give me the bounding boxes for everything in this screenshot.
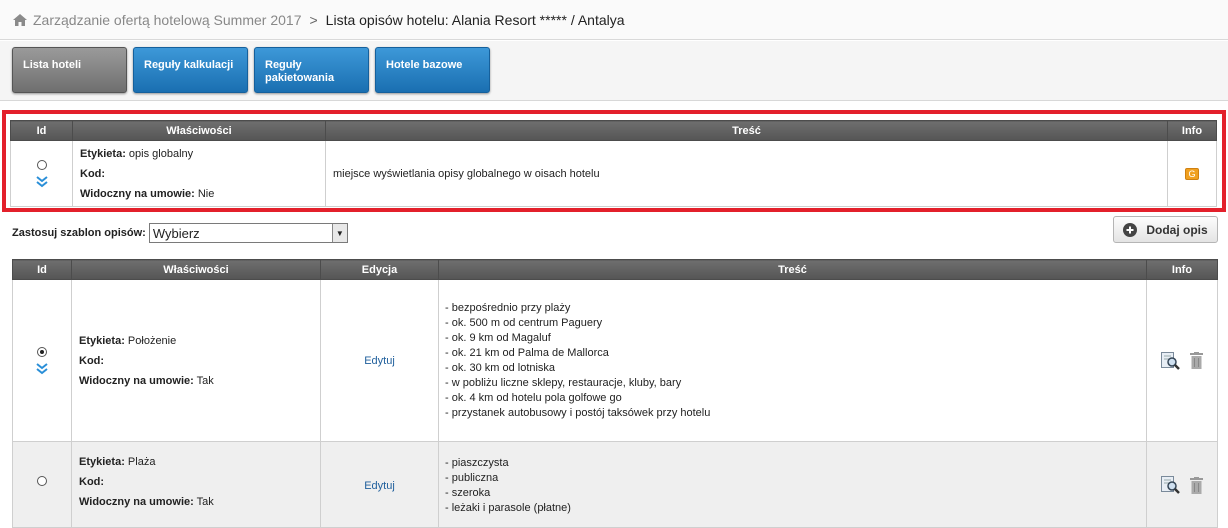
tab-hotel-list[interactable]: Lista hoteli (12, 47, 127, 93)
double-chevron-down-icon[interactable] (35, 175, 48, 188)
content-line: - piaszczysta (445, 457, 509, 469)
content-line: - ok. 30 km od lotniska (445, 361, 556, 374)
row-select-radio[interactable] (37, 476, 47, 486)
tab-base-hotels[interactable]: Hotele bazowe (375, 47, 490, 93)
column-header-content: Treść (325, 120, 1168, 141)
content-line: - ok. 500 m od centrum Paguery (445, 316, 603, 329)
breadcrumb-separator: > (309, 11, 318, 28)
content-line: - w pobliżu liczne sklepy, restauracje, … (445, 376, 682, 389)
label-key: Etykieta: (79, 456, 125, 468)
content-line: - leżaki i parasole (płatne) (445, 502, 571, 514)
visible-key: Widoczny na umowie: (79, 374, 194, 387)
add-description-label: Dodaj opis (1146, 222, 1208, 237)
column-header-info: Info (1167, 120, 1217, 141)
table-row: Etykieta: Położenie Kod: Widoczny na umo… (12, 279, 1218, 442)
label-value: Położenie (127, 334, 177, 347)
id-cell (10, 140, 73, 207)
column-header-info: Info (1146, 259, 1218, 280)
template-select[interactable]: Wybierz ▼ (148, 223, 348, 243)
breadcrumb-current: Lista opisów hotelu: Alania Resort *****… (325, 11, 625, 28)
template-label: Zastosuj szablon opisów: (12, 227, 146, 239)
code-key: Kod: (79, 354, 105, 367)
label-value: Plaża (127, 456, 156, 468)
content-line: - publiczna (445, 472, 499, 484)
edit-link[interactable]: Edytuj (320, 441, 439, 528)
content-line: - ok. 4 km od hotelu pola golfowe go (445, 391, 622, 404)
row-select-radio[interactable] (37, 346, 47, 357)
content-line: - ok. 9 km od Magaluf (445, 331, 551, 344)
code-key: Kod: (80, 167, 106, 180)
trash-icon[interactable] (1190, 352, 1203, 369)
id-cell (12, 279, 72, 442)
add-description-button[interactable]: Dodaj opis (1113, 216, 1218, 243)
home-icon[interactable] (12, 13, 28, 27)
table-row: Etykieta: opis globalny Kod: Widoczny na… (10, 140, 1217, 207)
content-line: - bezpośrednio przy plaży (445, 301, 571, 314)
visible-value: Nie (197, 187, 215, 200)
label-key: Etykieta: (79, 334, 125, 347)
info-cell (1146, 441, 1218, 528)
tab-bar: Lista hoteli Reguły kalkulacji Reguły pa… (0, 41, 1228, 101)
column-header-id: Id (12, 259, 72, 280)
template-selector-row: Zastosuj szablon opisów: Wybierz ▼ (12, 222, 348, 244)
column-header-content: Treść (438, 259, 1147, 280)
properties-cell: Etykieta: Plaża Kod: Widoczny na umowie:… (71, 441, 321, 528)
column-header-id: Id (10, 120, 73, 141)
edit-link[interactable]: Edytuj (320, 279, 439, 442)
row-select-radio[interactable] (36, 159, 47, 170)
id-cell (12, 441, 72, 528)
global-description-table: Id Właściwości Treść Info Etykieta: opis… (10, 120, 1217, 207)
content-line: - przystanek autobusowy i postój taksówe… (445, 406, 711, 419)
info-cell: G (1167, 140, 1217, 207)
content-line: - ok. 21 km od Palma de Mallorca (445, 346, 609, 359)
descriptions-table: Id Właściwości Edycja Treść Info Etykiet… (12, 259, 1218, 528)
table-row: Etykieta: Plaża Kod: Widoczny na umowie:… (12, 441, 1218, 528)
properties-cell: Etykieta: Położenie Kod: Widoczny na umo… (71, 279, 321, 442)
plus-circle-icon (1123, 222, 1138, 237)
visible-value: Tak (196, 496, 214, 508)
column-header-edit: Edycja (320, 259, 439, 280)
content-cell: - bezpośrednio przy plaży - ok. 500 m od… (438, 279, 1147, 442)
column-header-properties: Właściwości (72, 120, 326, 141)
dropdown-arrow-icon[interactable]: ▼ (331, 224, 347, 242)
preview-magnifier-icon[interactable] (1161, 351, 1180, 370)
preview-magnifier-icon[interactable] (1161, 476, 1180, 494)
label-key: Etykieta: (80, 147, 126, 160)
content-cell: miejsce wyświetlania opisy globalnego w … (325, 140, 1168, 207)
visible-key: Widoczny na umowie: (79, 496, 194, 508)
content-line: - szeroka (445, 487, 491, 499)
breadcrumb-home-link[interactable]: Zarządzanie ofertą hotelową Summer 2017 (33, 12, 301, 28)
column-header-properties: Właściwości (71, 259, 321, 280)
info-cell (1146, 279, 1218, 442)
global-badge: G (1185, 167, 1199, 180)
code-key: Kod: (79, 476, 105, 488)
template-selected-value: Wybierz (152, 225, 200, 241)
visible-value: Tak (196, 374, 214, 387)
tab-calculation-rules[interactable]: Reguły kalkulacji (133, 47, 248, 93)
breadcrumb: Zarządzanie ofertą hotelową Summer 2017 … (0, 0, 1228, 40)
properties-cell: Etykieta: opis globalny Kod: Widoczny na… (72, 140, 326, 207)
content-cell: - piaszczysta - publiczna - szeroka - le… (438, 441, 1147, 528)
visible-key: Widoczny na umowie: (80, 187, 195, 200)
label-value: opis globalny (128, 147, 194, 160)
trash-icon[interactable] (1190, 476, 1203, 494)
double-chevron-down-icon[interactable] (36, 362, 48, 375)
tab-packaging-rules[interactable]: Reguły pakietowania (254, 47, 369, 93)
